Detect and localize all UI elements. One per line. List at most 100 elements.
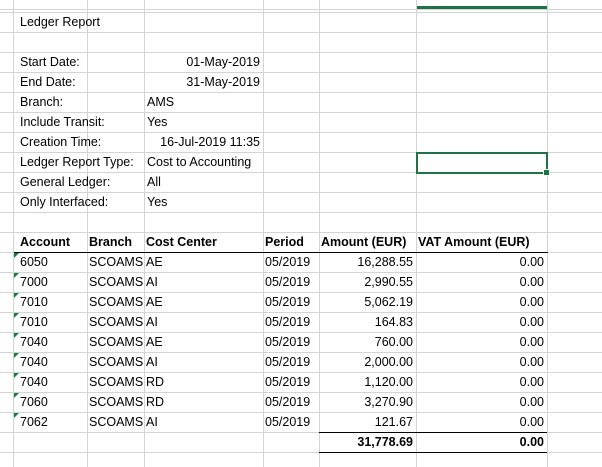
cell-account: 7040: [20, 355, 48, 369]
cell-amount: 16,288.55: [357, 255, 413, 269]
gridline-horizontal: [0, 52, 602, 53]
header-vat-amount: VAT Amount (EUR): [418, 235, 530, 249]
cell-cost-center: AI: [146, 275, 158, 289]
number-as-text-flag-icon: [14, 393, 19, 398]
cell-account: 7000: [20, 275, 48, 289]
cell-branch: SCOAMS: [89, 335, 144, 349]
param-value: 16-Jul-2019 11:35: [160, 135, 260, 149]
cell-amount: 1,120.00: [364, 375, 413, 389]
cell-amount: 5,062.19: [364, 295, 413, 309]
cell-branch: SCOAMS: [89, 255, 144, 269]
param-label: Branch:: [20, 95, 64, 109]
total-bottom-line-vat: [416, 452, 547, 453]
header-account: Account: [20, 235, 70, 249]
cell-account: 7040: [20, 335, 48, 349]
cell-amount: 164.83: [374, 315, 413, 329]
total-vat-amount: 0.00: [519, 435, 544, 449]
cell-cost-center: AI: [146, 315, 158, 329]
header-cost-center: Cost Center: [146, 235, 217, 249]
cell-cost-center: RD: [146, 395, 165, 409]
param-value: All: [147, 175, 161, 189]
cell-account: 7060: [20, 395, 48, 409]
cell-vat-amount: 0.00: [519, 335, 544, 349]
cell-amount: 760.00: [374, 335, 413, 349]
gridline-horizontal: [0, 212, 602, 213]
cell-vat-amount: 0.00: [519, 355, 544, 369]
gridline-horizontal: [0, 92, 602, 93]
cell-vat-amount: 0.00: [519, 295, 544, 309]
cell-period: 05/2019: [265, 415, 311, 429]
param-value: Cost to Accounting: [147, 155, 252, 169]
gridline-horizontal: [0, 72, 602, 73]
cell-period: 05/2019: [265, 315, 311, 329]
cell-branch: SCOAMS: [89, 315, 144, 329]
cell-branch: SCOAMS: [89, 375, 144, 389]
active-cell-selection[interactable]: [416, 152, 550, 176]
gridline-horizontal: [0, 32, 602, 33]
cell-cost-center: RD: [146, 375, 165, 389]
cell-cost-center: AI: [146, 355, 158, 369]
number-as-text-flag-icon: [14, 373, 19, 378]
param-value: 01-May-2019: [186, 55, 260, 69]
cell-branch: SCOAMS: [89, 355, 144, 369]
param-label: Creation Time:: [20, 135, 102, 149]
cell-amount: 2,000.00: [364, 355, 413, 369]
cell-period: 05/2019: [265, 375, 311, 389]
number-as-text-flag-icon: [14, 413, 19, 418]
number-as-text-flag-icon: [14, 253, 19, 258]
cell-account: 7010: [20, 315, 48, 329]
number-as-text-flag-icon: [14, 333, 19, 338]
cell-period: 05/2019: [265, 295, 311, 309]
cell-vat-amount: 0.00: [519, 395, 544, 409]
total-amount: 31,778.69: [357, 435, 413, 449]
header-amount: Amount (EUR): [321, 235, 407, 249]
cell-vat-amount: 0.00: [519, 275, 544, 289]
number-as-text-flag-icon: [14, 273, 19, 278]
report-title: Ledger Report: [20, 15, 100, 29]
gridline-vertical: [547, 0, 548, 467]
cell-account: 7062: [20, 415, 48, 429]
number-as-text-flag-icon: [14, 353, 19, 358]
param-value: 31-May-2019: [186, 75, 260, 89]
cell-period: 05/2019: [265, 275, 311, 289]
param-label: End Date:: [20, 75, 76, 89]
spreadsheet-grid[interactable]: Ledger Report Start Date: 01-May-2019 End D…: [0, 0, 602, 467]
cell-vat-amount: 0.00: [519, 255, 544, 269]
cell-vat-amount: 0.00: [519, 315, 544, 329]
fill-handle[interactable]: [543, 169, 550, 176]
param-value: Yes: [147, 195, 168, 209]
number-as-text-flag-icon: [14, 313, 19, 318]
cell-cost-center: AE: [146, 335, 163, 349]
cell-amount: 2,990.55: [364, 275, 413, 289]
cell-account: 7010: [20, 295, 48, 309]
number-as-text-flag-icon: [14, 293, 19, 298]
total-bottom-line-amount: [319, 452, 416, 453]
param-label: Only Interfaced:: [20, 195, 109, 209]
cell-account: 6050: [20, 255, 48, 269]
cell-branch: SCOAMS: [89, 295, 144, 309]
cell-branch: SCOAMS: [89, 395, 144, 409]
cell-branch: SCOAMS: [89, 415, 144, 429]
cell-vat-amount: 0.00: [519, 375, 544, 389]
selected-column-indicator: [416, 6, 547, 9]
cell-cost-center: AE: [146, 255, 163, 269]
cell-period: 05/2019: [265, 255, 311, 269]
header-period: Period: [265, 235, 304, 249]
header-branch: Branch: [89, 235, 133, 249]
gridline-vertical: [263, 0, 264, 467]
param-label: Include Transit:: [20, 115, 105, 129]
cell-period: 05/2019: [265, 355, 311, 369]
cell-period: 05/2019: [265, 395, 311, 409]
param-value: AMS: [147, 95, 175, 109]
cell-amount: 121.67: [374, 415, 413, 429]
param-value: Yes: [147, 115, 168, 129]
gridline-vertical: [87, 0, 88, 467]
cell-cost-center: AE: [146, 295, 163, 309]
param-label: General Ledger:: [20, 175, 111, 189]
param-label: Ledger Report Type:: [20, 155, 134, 169]
cell-vat-amount: 0.00: [519, 415, 544, 429]
cell-period: 05/2019: [265, 335, 311, 349]
cell-branch: SCOAMS: [89, 275, 144, 289]
cell-amount: 3,270.90: [364, 395, 413, 409]
cell-cost-center: AI: [146, 415, 158, 429]
